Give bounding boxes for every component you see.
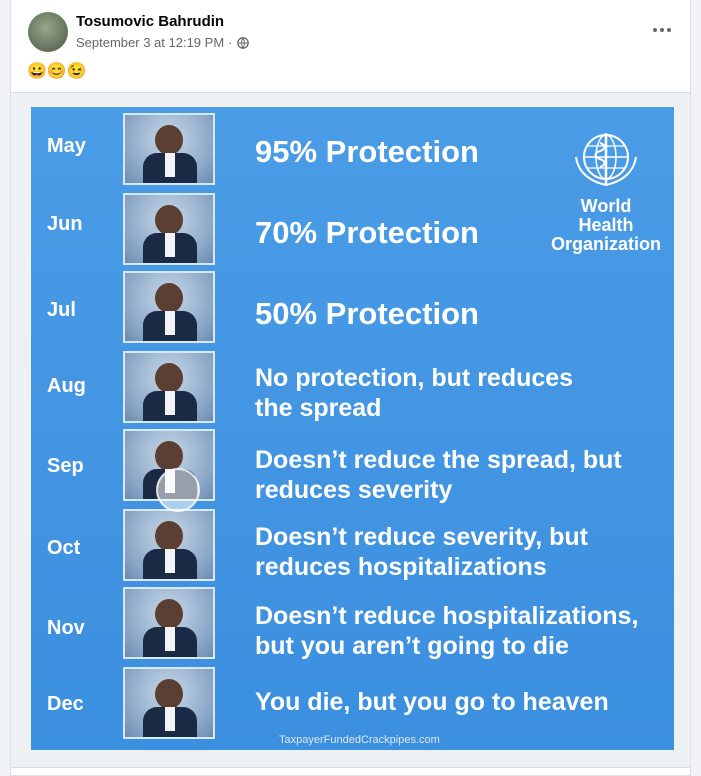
month-label: Oct bbox=[47, 537, 81, 559]
speaker-photo bbox=[123, 667, 215, 739]
row-caption: 70% Protection bbox=[255, 215, 479, 250]
speaker-photo bbox=[123, 351, 215, 423]
row-caption: 50% Protection bbox=[255, 296, 479, 331]
speaker-photo bbox=[123, 271, 215, 343]
row-caption: Doesn’t reduce hospitalizations, but you… bbox=[255, 602, 639, 660]
post-text: 😀😊😉 bbox=[27, 63, 87, 80]
post-timestamp[interactable]: September 3 at 12:19 PM bbox=[76, 35, 224, 50]
post-meta: September 3 at 12:19 PM · bbox=[76, 35, 249, 50]
row-caption: Doesn’t reduce severity, but reduces hos… bbox=[255, 523, 588, 581]
month-label: May bbox=[47, 135, 86, 157]
org-name-line1: World Health bbox=[578, 196, 634, 235]
row-caption: Doesn’t reduce the spread, but reduces s… bbox=[255, 446, 622, 504]
month-label: Dec bbox=[47, 693, 84, 715]
month-label: Aug bbox=[47, 375, 86, 397]
speaker-photo bbox=[123, 193, 215, 265]
row-caption: You die, but you go to heaven bbox=[255, 688, 609, 716]
meta-separator: · bbox=[228, 35, 233, 50]
play-icon[interactable] bbox=[156, 468, 200, 512]
post-image: May 95% Protection Jun 70% Protection Ju… bbox=[31, 107, 674, 750]
month-label: Nov bbox=[47, 617, 85, 639]
speaker-photo bbox=[123, 587, 215, 659]
row-caption: 95% Protection bbox=[255, 134, 479, 169]
author-name[interactable]: Tosumovic Bahrudin bbox=[76, 13, 224, 30]
author-avatar[interactable] bbox=[28, 12, 68, 52]
org-name-line2: Organization bbox=[551, 234, 662, 254]
row-caption: No protection, but reduces the spread bbox=[255, 364, 574, 422]
speaker-photo bbox=[123, 509, 215, 581]
month-label: Jun bbox=[47, 213, 83, 235]
more-options-icon[interactable] bbox=[648, 20, 676, 40]
month-label: Jul bbox=[47, 299, 76, 321]
month-label: Sep bbox=[47, 455, 84, 477]
who-logo: World Health Organization bbox=[551, 127, 661, 254]
globe-icon bbox=[236, 36, 249, 49]
speaker-photo bbox=[123, 113, 215, 185]
post-card: Tosumovic Bahrudin September 3 at 12:19 … bbox=[10, 0, 691, 776]
image-footer: TaxpayerFundedCrackpipes.com bbox=[279, 734, 440, 746]
who-emblem-icon bbox=[575, 133, 637, 186]
post-image-frame[interactable]: May 95% Protection Jun 70% Protection Ju… bbox=[11, 92, 690, 768]
